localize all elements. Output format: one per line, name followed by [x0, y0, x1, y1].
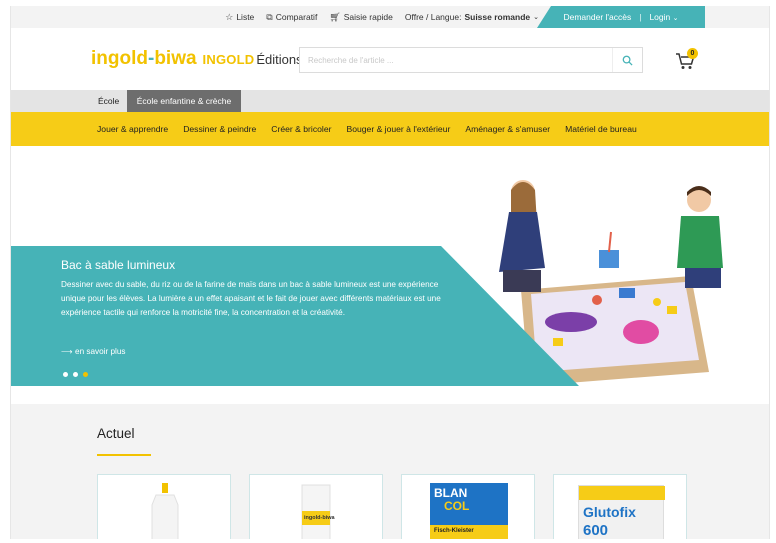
request-access-link[interactable]: Demander l'accès	[563, 12, 631, 22]
site-header: ingold-biwa INGOLD Éditions 0	[11, 28, 769, 90]
section-actuel: Actuel ingold-biwa BLAN COL Fisch-Kleist…	[11, 404, 769, 539]
star-icon: ☆	[225, 11, 234, 22]
carousel-dot-1[interactable]	[63, 372, 68, 377]
product-card-glue-bottle[interactable]	[97, 474, 231, 539]
blancol-box-image: BLAN COL Fisch-Kleister	[430, 483, 508, 539]
hero-description: Dessiner avec du sable, du riz ou de la …	[61, 280, 441, 317]
chevron-down-icon: ⌄	[672, 15, 679, 22]
logo-ingold-brand: INGOLD	[202, 52, 255, 67]
cart-button[interactable]: 0	[675, 48, 701, 70]
carousel-dot-3[interactable]	[83, 372, 88, 377]
glutofix-yellow-band	[579, 486, 665, 500]
nav-item-dessiner[interactable]: Dessiner & peindre	[183, 124, 256, 134]
separator: |	[639, 12, 642, 22]
hero-more-link[interactable]: ⟶ en savoir plus	[61, 346, 126, 356]
cart-outline-icon: 🛒︎	[329, 11, 341, 22]
site-logo[interactable]: ingold-biwa INGOLD Éditions	[91, 48, 303, 70]
glue-stick-label: ingold-biwa	[304, 515, 335, 521]
utility-links: ☆ Liste ⧉ Comparatif 🛒︎ Saisie rapide Of…	[225, 6, 539, 28]
section-title-underline	[97, 454, 151, 456]
nav-item-amenager[interactable]: Aménager & s'amuser	[465, 124, 550, 134]
wishlist-link[interactable]: ☆ Liste	[225, 12, 254, 23]
nav-item-bureau[interactable]: Matériel de bureau	[565, 124, 637, 134]
hero-banner: Bac à sable lumineux Dessiner avec du sa…	[11, 146, 769, 386]
glue-stick-image	[301, 484, 331, 539]
search-box	[299, 47, 643, 73]
nav-item-bouger[interactable]: Bouger & jouer à l'extérieur	[346, 124, 450, 134]
glutofix-label-mid: 600	[583, 522, 609, 539]
search-input[interactable]	[300, 48, 610, 72]
section-title: Actuel	[97, 426, 135, 441]
blancol-label-top: BLAN	[434, 486, 468, 500]
nav-item-jouer[interactable]: Jouer & apprendre	[97, 124, 168, 134]
glutofix-box-image: Glutofix 600	[578, 485, 665, 539]
quick-entry-link[interactable]: 🛒︎ Saisie rapide	[329, 12, 393, 23]
chevron-down-icon: ⌄	[533, 14, 539, 21]
tab-ecole[interactable]: École	[91, 90, 126, 112]
blancol-label-mid: COL	[444, 499, 470, 513]
glutofix-label-top: Glutofix	[583, 504, 636, 520]
login-link[interactable]: Login ⌄	[649, 12, 678, 22]
access-login-bar: Demander l'accès | Login ⌄	[537, 6, 705, 28]
category-nav: Jouer & apprendre Dessiner & peindre Cré…	[11, 112, 769, 146]
compare-icon: ⧉	[266, 11, 273, 22]
carousel-dots	[63, 372, 88, 377]
cart-count-badge: 0	[687, 48, 698, 59]
carousel-dot-2[interactable]	[73, 372, 78, 377]
browser-page: ☆ Liste ⧉ Comparatif 🛒︎ Saisie rapide Of…	[10, 6, 770, 539]
product-card-glue-stick[interactable]: ingold-biwa	[249, 474, 383, 539]
tab-ecole-enfantine[interactable]: École enfantine & crèche	[127, 90, 241, 112]
hero-title: Bac à sable lumineux	[61, 258, 176, 272]
top-utility-bar: ☆ Liste ⧉ Comparatif 🛒︎ Saisie rapide Of…	[11, 6, 769, 28]
search-button[interactable]	[612, 48, 642, 72]
search-icon	[622, 55, 633, 66]
spacer	[11, 386, 769, 404]
glue-bottle-image	[151, 483, 179, 539]
product-card-glutofix[interactable]: Glutofix 600	[553, 474, 687, 539]
audience-tabs: École École enfantine & crèche	[11, 90, 769, 112]
offer-language-selector[interactable]: Offre / Langue: Suisse romande ⌄	[405, 12, 539, 22]
logo-ingold-biwa: ingold-biwa	[91, 48, 197, 69]
product-card-blancol[interactable]: BLAN COL Fisch-Kleister	[401, 474, 535, 539]
logo-editions: Éditions	[256, 52, 303, 67]
compare-link[interactable]: ⧉ Comparatif	[266, 12, 317, 23]
nav-item-creer[interactable]: Créer & bricoler	[271, 124, 331, 134]
blancol-label-bottom: Fisch-Kleister	[434, 528, 474, 534]
